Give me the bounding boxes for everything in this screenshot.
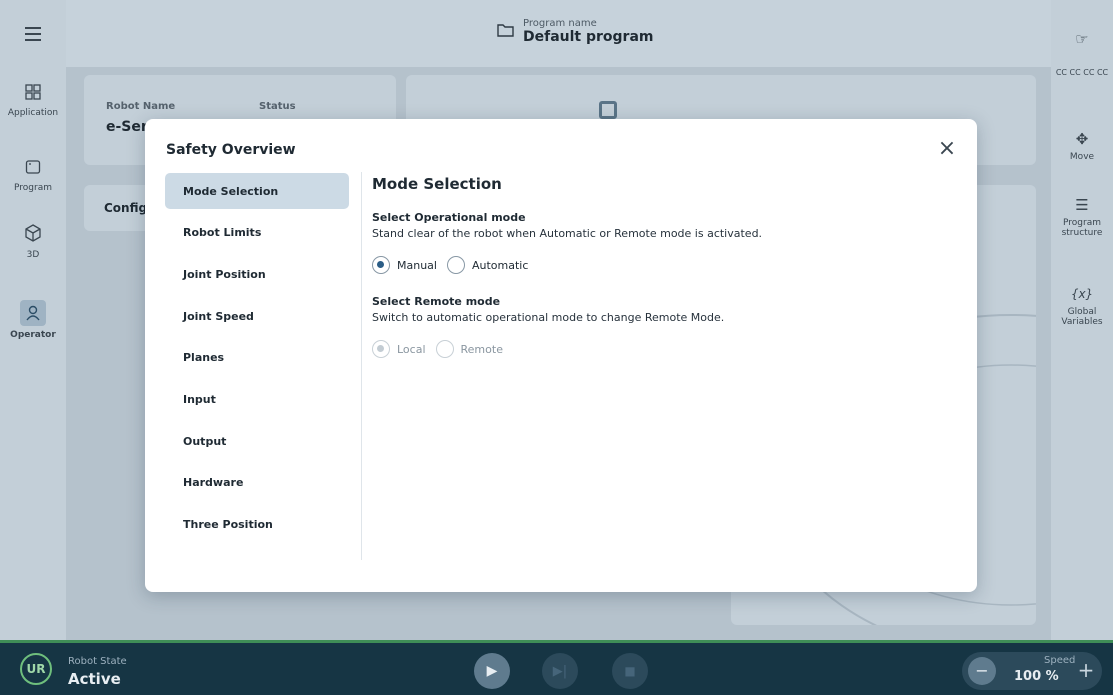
program-name-header[interactable]: Program name Default program bbox=[497, 18, 654, 45]
nav-application-label: Application bbox=[7, 108, 59, 118]
nav-application[interactable]: Application bbox=[0, 84, 66, 118]
robot-state-caption: Robot State bbox=[68, 656, 127, 667]
nav-3d-label: 3D bbox=[26, 250, 40, 260]
speed-control: − Speed 100 % + bbox=[962, 652, 1102, 690]
safety-nav-input[interactable]: Input bbox=[165, 381, 349, 417]
nav-global-variables[interactable]: {x} Global Variables bbox=[1051, 285, 1113, 327]
remote-mode-title: Select Remote mode bbox=[372, 295, 501, 308]
radio-local: Local bbox=[372, 340, 426, 358]
nav-program[interactable]: Program bbox=[0, 159, 66, 193]
folder-icon bbox=[497, 22, 515, 41]
move-arrows-icon: ✥ bbox=[1075, 130, 1089, 148]
safety-nav-output[interactable]: Output bbox=[165, 423, 349, 459]
grid-icon bbox=[0, 84, 66, 104]
cc-indicator-text: CC CC CC CC bbox=[1055, 68, 1109, 77]
speed-value: 100 % bbox=[1014, 669, 1059, 684]
speed-decrease-button[interactable]: − bbox=[968, 657, 996, 685]
nav-program-structure[interactable]: ☰ Program structure bbox=[1051, 196, 1113, 238]
step-button[interactable]: ▶| bbox=[542, 653, 578, 689]
safety-overview-dialog: Safety Overview × Mode Selection Robot L… bbox=[145, 119, 977, 592]
safety-nav-joint-position[interactable]: Joint Position bbox=[165, 256, 349, 292]
radio-automatic[interactable]: Automatic bbox=[446, 256, 529, 274]
status-label: Status bbox=[259, 101, 296, 112]
safety-nav-hardware[interactable]: Hardware bbox=[165, 465, 349, 501]
safety-nav-three-position[interactable]: Three Position bbox=[165, 507, 349, 543]
safety-nav-robot-limits[interactable]: Robot Limits bbox=[165, 215, 349, 251]
radio-local-label: Local bbox=[397, 342, 426, 356]
close-icon[interactable]: × bbox=[936, 138, 958, 161]
nav-operator-label: Operator bbox=[10, 330, 56, 340]
program-name-value: Default program bbox=[523, 29, 654, 45]
pane-title: Mode Selection bbox=[372, 175, 502, 193]
user-icon bbox=[20, 300, 46, 326]
play-button[interactable]: ▶ bbox=[474, 653, 510, 689]
radio-remote-label: Remote bbox=[460, 342, 503, 356]
window-icon bbox=[0, 159, 66, 179]
nav-divider bbox=[361, 172, 362, 560]
radio-manual[interactable]: Manual bbox=[372, 256, 437, 274]
radio-manual-indicator bbox=[372, 256, 390, 274]
operational-mode-description: Stand clear of the robot when Automatic … bbox=[372, 227, 763, 240]
hamburger-menu-icon[interactable] bbox=[25, 27, 41, 41]
bottom-status-bar: UR Robot State Active ▶ ▶| ■ − Speed 100… bbox=[0, 640, 1113, 695]
list-icon: ☰ bbox=[1075, 196, 1089, 214]
radio-automatic-label: Automatic bbox=[471, 258, 529, 272]
ur-logo-icon[interactable]: UR bbox=[20, 653, 52, 685]
safety-nav-joint-speed[interactable]: Joint Speed bbox=[165, 298, 349, 334]
step-forward-icon: ▶| bbox=[552, 663, 568, 679]
ur-brand-icon bbox=[599, 101, 617, 119]
play-icon: ▶ bbox=[486, 663, 498, 679]
nav-operator[interactable]: Operator bbox=[0, 300, 66, 340]
dialog-title: Safety Overview bbox=[166, 142, 296, 158]
radio-remote-indicator bbox=[435, 340, 454, 358]
speed-increase-button[interactable]: + bbox=[1074, 657, 1098, 685]
config-label: Config bbox=[104, 201, 148, 215]
radio-remote: Remote bbox=[435, 340, 503, 358]
gesture-icon: ☞ bbox=[1075, 30, 1089, 48]
nav-move[interactable]: ✥ Move bbox=[1051, 130, 1113, 162]
cc-indicator: CC CC CC CC bbox=[1051, 68, 1113, 78]
nav-program-label: Program bbox=[14, 183, 52, 193]
mode-selection-pane: Mode Selection Select Operational mode S… bbox=[372, 173, 952, 358]
variable-icon: {x} bbox=[1070, 287, 1094, 301]
left-nav-rail: Application Program 3D Operator bbox=[0, 0, 66, 640]
nav-program-structure-label: Program structure bbox=[1061, 218, 1103, 238]
operational-mode-title: Select Operational mode bbox=[372, 211, 526, 224]
safety-nav-planes[interactable]: Planes bbox=[165, 340, 349, 376]
operational-mode-radio-group: Manual Automatic bbox=[372, 256, 952, 274]
freedrive-button[interactable]: ☞ bbox=[1051, 30, 1113, 52]
nav-global-variables-label: Global Variables bbox=[1061, 307, 1103, 327]
nav-move-label: Move bbox=[1069, 152, 1095, 162]
cube-icon bbox=[0, 224, 66, 246]
radio-automatic-indicator bbox=[446, 256, 465, 274]
safety-nav-list: Mode Selection Robot Limits Joint Positi… bbox=[165, 173, 349, 548]
robot-state-value: Active bbox=[68, 670, 121, 688]
remote-mode-description: Switch to automatic operational mode to … bbox=[372, 311, 725, 324]
remote-mode-radio-group: Local Remote bbox=[372, 340, 952, 358]
radio-local-indicator bbox=[372, 340, 390, 358]
safety-nav-mode-selection[interactable]: Mode Selection bbox=[165, 173, 349, 209]
program-name-caption: Program name bbox=[523, 18, 597, 29]
stop-icon: ■ bbox=[624, 664, 636, 678]
speed-caption: Speed bbox=[1044, 655, 1076, 666]
nav-3d[interactable]: 3D bbox=[0, 224, 66, 260]
stop-button[interactable]: ■ bbox=[612, 653, 648, 689]
radio-manual-label: Manual bbox=[397, 258, 437, 272]
right-nav-rail: ☞ CC CC CC CC ✥ Move ☰ Program structure… bbox=[1051, 0, 1113, 640]
robot-name-label: Robot Name bbox=[106, 101, 176, 112]
